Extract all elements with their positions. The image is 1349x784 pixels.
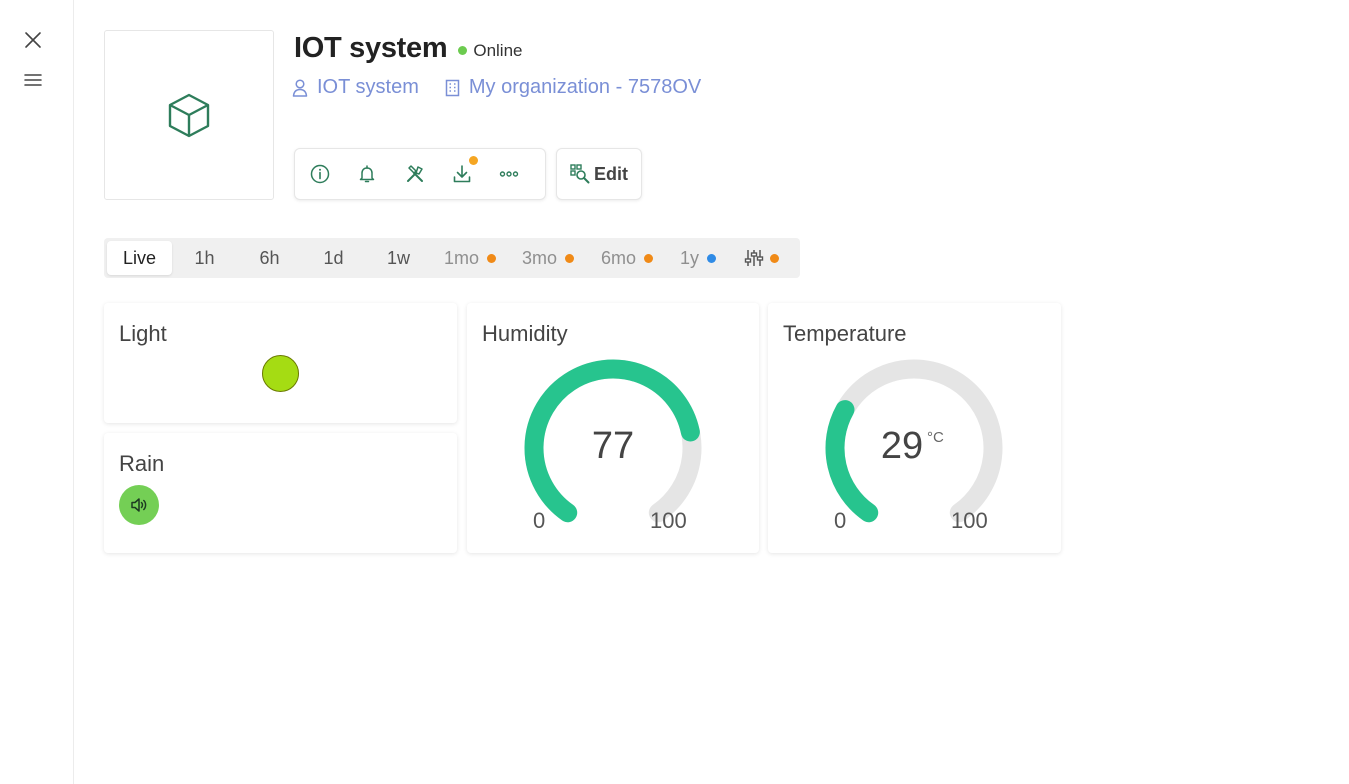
orange-dot [487,253,496,263]
tab-label: 3mo [521,247,557,268]
tab-6mo[interactable]: 6mo [595,241,659,275]
tab-1mo[interactable]: 1mo [438,241,502,275]
blue-dot [707,253,716,263]
tools-button[interactable] [403,161,426,187]
gauge-min: 0 [533,508,546,533]
info-icon [310,164,329,184]
close-button[interactable] [20,27,46,53]
close-icon [25,32,41,48]
more-icon [500,171,519,177]
building-icon [445,79,460,96]
tab-1d[interactable]: 1d [306,241,361,275]
user-icon [292,78,308,97]
download-icon [453,165,471,183]
sidebar [0,0,74,784]
time-range-bar: Live 1h 6h 1d 1w 1mo 3mo 6mo 1y [104,238,800,278]
rain-toggle-button[interactable] [119,485,159,525]
humidity-widget: Humidity 77 0 100 [467,303,759,553]
custom-range-button[interactable] [738,241,784,275]
tab-1w[interactable]: 1w [371,241,426,275]
info-button[interactable] [308,161,331,187]
orange-dot [644,253,653,263]
bell-icon [359,165,375,183]
tab-1h[interactable]: 1h [177,241,232,275]
widget-title: Rain [119,451,165,476]
edit-button[interactable]: Edit [556,148,642,200]
tab-label: 6h [259,247,280,268]
gauge-min: 0 [834,508,847,533]
gauge-max: 100 [650,508,687,533]
hamburger-icon [24,74,42,86]
tab-label: 1w [386,247,410,268]
organization-link[interactable]: My organization - 7578OV [445,76,701,99]
speaker-icon [131,498,147,512]
tab-label: Live [122,247,157,268]
tab-label: 1h [194,247,215,268]
device-meta: IOT system My organization - 7578OV [292,76,727,99]
notifications-button[interactable] [355,161,378,187]
tab-label: 1y [679,247,699,268]
owner-link[interactable]: IOT system [292,76,419,99]
tab-label: 1d [323,247,344,268]
orange-dot [769,253,779,263]
device-thumbnail [104,30,274,200]
cube-icon [168,93,210,138]
rain-widget: Rain [104,433,457,553]
organization-label: My organization - 7578OV [468,76,702,98]
more-button[interactable] [498,161,521,187]
menu-button[interactable] [20,67,46,93]
owner-label: IOT system [317,76,419,98]
gauge-value: 29 [880,425,924,467]
device-toolbar [294,148,546,200]
tab-live[interactable]: Live [107,241,172,275]
tab-3mo[interactable]: 3mo [516,241,580,275]
light-widget: Light [104,303,457,423]
tools-icon [406,165,423,182]
gauge-fill [825,400,879,523]
orange-dot [565,253,574,263]
temperature-widget: Temperature 29 °C 0 100 [768,303,1061,553]
tab-label: 6mo [600,247,636,268]
gauge-max: 100 [951,508,988,533]
download-badge [468,156,478,165]
device-title: IOT system [294,32,448,64]
status-text: Online [473,40,523,60]
tab-1y[interactable]: 1y [673,241,723,275]
edit-label: Edit [594,163,628,184]
device-header: IOT system Online [294,32,522,65]
light-indicator [262,355,299,392]
dashboard-edit-icon [570,164,590,184]
gauge-unit: °C [927,429,944,446]
tab-label: 1mo [443,247,479,268]
widget-title: Light [119,321,167,346]
status-badge: Online [458,41,522,61]
online-dot [458,46,468,55]
gauge-value: 77 [591,425,635,467]
download-button[interactable] [450,156,478,187]
sliders-icon [744,250,763,266]
tab-6h[interactable]: 6h [242,241,297,275]
